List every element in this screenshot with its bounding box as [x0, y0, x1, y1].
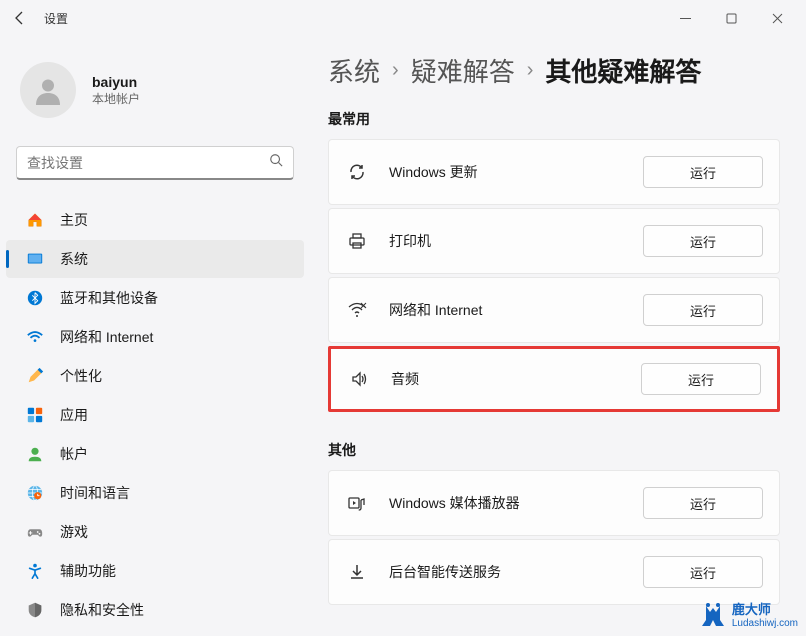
trouble-label: 网络和 Internet: [389, 300, 643, 320]
maximize-button[interactable]: [710, 4, 752, 32]
sidebar-item-system[interactable]: 系统: [6, 240, 304, 278]
run-button[interactable]: 运行: [643, 156, 763, 188]
chevron-right-icon: ›: [527, 59, 534, 82]
profile-section[interactable]: baiyun 本地帐户: [0, 52, 310, 138]
privacy-icon: [26, 601, 44, 619]
media-icon: [345, 491, 369, 515]
trouble-item-audio: 音频 运行: [328, 346, 780, 412]
printer-icon: [345, 229, 369, 253]
run-button[interactable]: 运行: [643, 556, 763, 588]
breadcrumb-troubleshoot[interactable]: 疑难解答: [411, 52, 515, 89]
trouble-list-other: Windows 媒体播放器 运行 后台智能传送服务 运行: [328, 470, 780, 605]
trouble-label: 后台智能传送服务: [389, 562, 643, 582]
watermark-brand: 鹿大师: [732, 603, 798, 617]
sidebar-item-network[interactable]: 网络和 Internet: [6, 318, 304, 356]
sidebar-item-label: 时间和语言: [60, 483, 130, 503]
trouble-label: 打印机: [389, 231, 643, 251]
audio-icon: [347, 367, 371, 391]
sidebar-item-label: 个性化: [60, 366, 102, 386]
sidebar-item-apps[interactable]: 应用: [6, 396, 304, 434]
accounts-icon: [26, 445, 44, 463]
search-box[interactable]: [16, 146, 294, 180]
personalize-icon: [26, 367, 44, 385]
sidebar-item-label: 蓝牙和其他设备: [60, 288, 158, 308]
accessibility-icon: [26, 562, 44, 580]
back-button[interactable]: [8, 6, 32, 30]
sidebar-item-bluetooth[interactable]: 蓝牙和其他设备: [6, 279, 304, 317]
run-button[interactable]: 运行: [643, 225, 763, 257]
trouble-list-frequent: Windows 更新 运行 打印机 运行 网络和 Internet 运行 音频 …: [328, 139, 780, 412]
sidebar-item-label: 隐私和安全性: [60, 600, 144, 620]
trouble-item-network: 网络和 Internet 运行: [328, 277, 780, 343]
sidebar-item-home[interactable]: 主页: [6, 201, 304, 239]
avatar: [20, 62, 76, 118]
sidebar-item-label: 帐户: [60, 444, 88, 464]
breadcrumb-system[interactable]: 系统: [328, 52, 380, 89]
home-icon: [26, 211, 44, 229]
username: baiyun: [92, 74, 140, 90]
wifi-troubleshoot-icon: [345, 298, 369, 322]
sidebar-item-privacy[interactable]: 隐私和安全性: [6, 591, 304, 629]
sidebar-item-label: 主页: [60, 210, 88, 230]
sidebar-item-label: 辅助功能: [60, 561, 116, 581]
watermark-url: Ludashiwj.com: [732, 618, 798, 629]
sidebar-item-label: 系统: [60, 249, 88, 269]
close-button[interactable]: [756, 4, 798, 32]
system-icon: [26, 250, 44, 268]
trouble-item-windows-update: Windows 更新 运行: [328, 139, 780, 205]
account-type: 本地帐户: [92, 90, 140, 107]
bluetooth-icon: [26, 289, 44, 307]
minimize-button[interactable]: [664, 4, 706, 32]
trouble-item-media-player: Windows 媒体播放器 运行: [328, 470, 780, 536]
sidebar-item-personalize[interactable]: 个性化: [6, 357, 304, 395]
trouble-label: Windows 媒体播放器: [389, 493, 643, 513]
sidebar-item-time[interactable]: 时间和语言: [6, 474, 304, 512]
run-button[interactable]: 运行: [641, 363, 761, 395]
trouble-label: Windows 更新: [389, 162, 643, 182]
watermark-logo-icon: [698, 602, 728, 630]
watermark: 鹿大师 Ludashiwj.com: [698, 602, 798, 630]
sidebar-item-gaming[interactable]: 游戏: [6, 513, 304, 551]
download-icon: [345, 560, 369, 584]
trouble-label: 音频: [391, 369, 641, 389]
sidebar-item-label: 应用: [60, 405, 88, 425]
trouble-item-bits: 后台智能传送服务 运行: [328, 539, 780, 605]
apps-icon: [26, 406, 44, 424]
trouble-item-printer: 打印机 运行: [328, 208, 780, 274]
sidebar-item-accessibility[interactable]: 辅助功能: [6, 552, 304, 590]
sidebar-item-label: 游戏: [60, 522, 88, 542]
breadcrumb-current: 其他疑难解答: [545, 52, 701, 89]
refresh-icon: [345, 160, 369, 184]
window-title: 设置: [44, 10, 68, 27]
gaming-icon: [26, 523, 44, 541]
sidebar: baiyun 本地帐户 主页 系统 蓝牙和其他设备: [0, 36, 310, 636]
breadcrumb: 系统 › 疑难解答 › 其他疑难解答: [328, 52, 780, 89]
time-icon: [26, 484, 44, 502]
sidebar-item-label: 网络和 Internet: [60, 327, 153, 347]
section-title-frequent: 最常用: [328, 109, 780, 129]
search-input[interactable]: [27, 155, 269, 171]
chevron-right-icon: ›: [392, 59, 399, 82]
run-button[interactable]: 运行: [643, 487, 763, 519]
search-icon: [269, 153, 283, 172]
section-title-other: 其他: [328, 440, 780, 460]
nav-list: 主页 系统 蓝牙和其他设备 网络和 Internet 个性化 应用: [0, 196, 310, 634]
wifi-icon: [26, 328, 44, 346]
content: 系统 › 疑难解答 › 其他疑难解答 最常用 Windows 更新 运行 打印机…: [310, 36, 806, 636]
sidebar-item-accounts[interactable]: 帐户: [6, 435, 304, 473]
run-button[interactable]: 运行: [643, 294, 763, 326]
